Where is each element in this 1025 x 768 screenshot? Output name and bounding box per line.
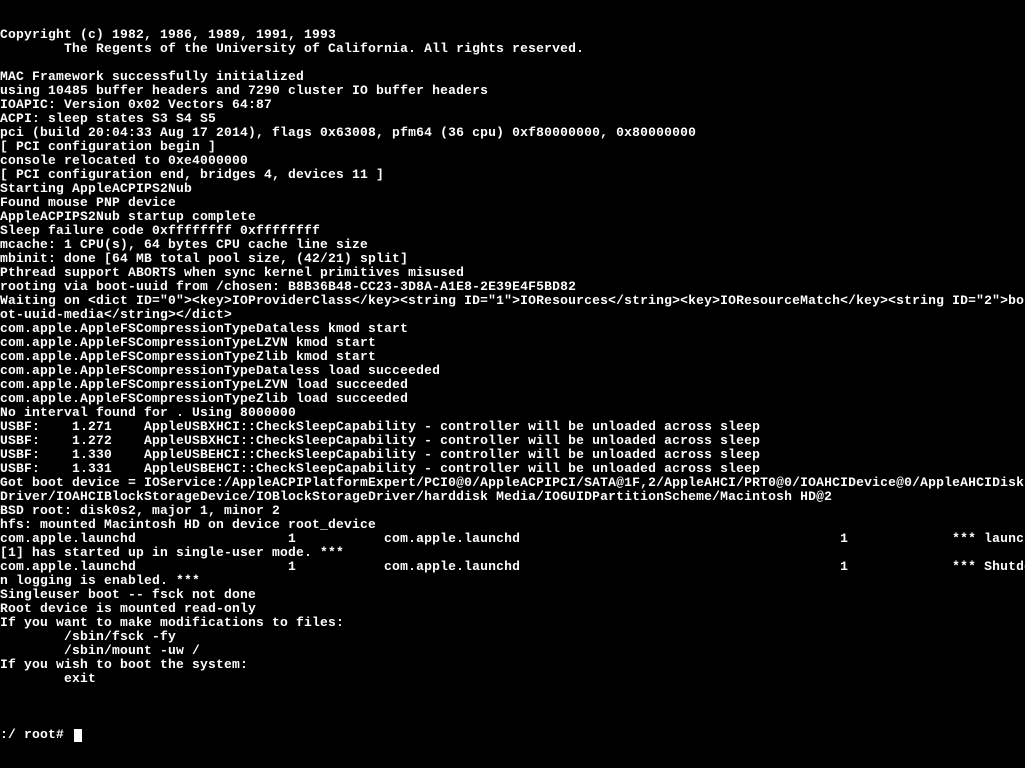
log-line (0, 56, 1025, 70)
log-line: ot-uuid-media</string></dict> (0, 308, 1025, 322)
log-line: /sbin/fsck -fy (0, 630, 1025, 644)
log-line: USBF: 1.330 AppleUSBEHCI::CheckSleepCapa… (0, 448, 1025, 462)
prompt-text: :/ root# (0, 728, 72, 742)
log-line: Singleuser boot -- fsck not done (0, 588, 1025, 602)
log-line: USBF: 1.271 AppleUSBXHCI::CheckSleepCapa… (0, 420, 1025, 434)
log-line: console relocated to 0xe4000000 (0, 154, 1025, 168)
log-line: com.apple.launchd 1 com.apple.launchd 1 … (0, 560, 1025, 574)
log-line: USBF: 1.331 AppleUSBEHCI::CheckSleepCapa… (0, 462, 1025, 476)
log-line: AppleACPIPS2Nub startup complete (0, 210, 1025, 224)
log-line: Waiting on <dict ID="0"><key>IOProviderC… (0, 294, 1025, 308)
log-line: USBF: 1.272 AppleUSBXHCI::CheckSleepCapa… (0, 434, 1025, 448)
log-line: n logging is enabled. *** (0, 574, 1025, 588)
log-line: /sbin/mount -uw / (0, 644, 1025, 658)
log-line: Root device is mounted read-only (0, 602, 1025, 616)
log-line: [ PCI configuration begin ] (0, 140, 1025, 154)
log-line: Sleep failure code 0xffffffff 0xffffffff (0, 224, 1025, 238)
prompt-line[interactable]: :/ root# (0, 728, 1025, 742)
terminal-output: Copyright (c) 1982, 1986, 1989, 1991, 19… (0, 0, 1025, 756)
cursor (74, 729, 82, 742)
log-line: pci (build 20:04:33 Aug 17 2014), flags … (0, 126, 1025, 140)
log-line: Got boot device = IOService:/AppleACPIPl… (0, 476, 1025, 490)
log-line: No interval found for . Using 8000000 (0, 406, 1025, 420)
log-line: Starting AppleACPIPS2Nub (0, 182, 1025, 196)
log-line: com.apple.AppleFSCompressionTypeZlib kmo… (0, 350, 1025, 364)
log-line: MAC Framework successfully initialized (0, 70, 1025, 84)
log-line: [ PCI configuration end, bridges 4, devi… (0, 168, 1025, 182)
log-line: com.apple.AppleFSCompressionTypeDataless… (0, 364, 1025, 378)
log-line: com.apple.AppleFSCompressionTypeLZVN kmo… (0, 336, 1025, 350)
log-line: ACPI: sleep states S3 S4 S5 (0, 112, 1025, 126)
log-line: IOAPIC: Version 0x02 Vectors 64:87 (0, 98, 1025, 112)
log-line: mcache: 1 CPU(s), 64 bytes CPU cache lin… (0, 238, 1025, 252)
log-line: hfs: mounted Macintosh HD on device root… (0, 518, 1025, 532)
log-line: If you wish to boot the system: (0, 658, 1025, 672)
log-line: com.apple.AppleFSCompressionTypeLZVN loa… (0, 378, 1025, 392)
boot-log-lines: Copyright (c) 1982, 1986, 1989, 1991, 19… (0, 28, 1025, 700)
log-line (0, 686, 1025, 700)
log-line: mbinit: done [64 MB total pool size, (42… (0, 252, 1025, 266)
log-line: Copyright (c) 1982, 1986, 1989, 1991, 19… (0, 28, 1025, 42)
log-line: The Regents of the University of Califor… (0, 42, 1025, 56)
log-line: com.apple.launchd 1 com.apple.launchd 1 … (0, 532, 1025, 546)
log-line: using 10485 buffer headers and 7290 clus… (0, 84, 1025, 98)
log-line: rooting via boot-uuid from /chosen: B8B3… (0, 280, 1025, 294)
log-line: Found mouse PNP device (0, 196, 1025, 210)
log-line: [1] has started up in single-user mode. … (0, 546, 1025, 560)
log-line: If you want to make modifications to fil… (0, 616, 1025, 630)
log-line: BSD root: disk0s2, major 1, minor 2 (0, 504, 1025, 518)
log-line: com.apple.AppleFSCompressionTypeZlib loa… (0, 392, 1025, 406)
log-line: exit (0, 672, 1025, 686)
log-line: Pthread support ABORTS when sync kernel … (0, 266, 1025, 280)
log-line: Driver/IOAHCIBlockStorageDevice/IOBlockS… (0, 490, 1025, 504)
log-line: com.apple.AppleFSCompressionTypeDataless… (0, 322, 1025, 336)
